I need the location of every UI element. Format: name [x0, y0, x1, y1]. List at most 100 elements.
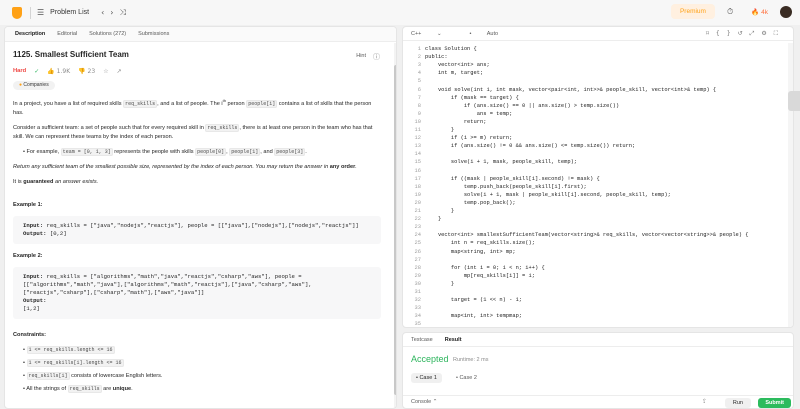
line-number: 9 — [417, 110, 421, 117]
line-number: 12 — [414, 135, 421, 142]
editor-scrollbar[interactable] — [788, 43, 793, 327]
side-panel-toggle[interactable] — [788, 91, 800, 111]
like-button[interactable]: 👍 1.9K — [47, 67, 70, 76]
constraints-title: Constraints: — [13, 331, 46, 338]
description-tabs: Description Editorial Solutions (272) Su… — [5, 27, 396, 42]
settings-icon[interactable]: ⚙ — [761, 30, 773, 37]
upload-icon[interactable]: ⇪ — [702, 398, 707, 405]
example-bullet: • For example, team = [0, 1, 3] represen… — [23, 147, 393, 157]
line-number: 1 — [417, 46, 421, 52]
text: . — [131, 385, 133, 392]
code-text: map<string, int> mp; — [425, 248, 516, 255]
avatar[interactable] — [780, 5, 792, 18]
input-value: [["algorithms","math","java"],["algorith… — [23, 280, 312, 288]
output-value: [1,2] — [23, 304, 40, 312]
line-number: 33 — [414, 305, 421, 312]
constraint-item: • 1 <= req_skills.length <= 16 — [23, 345, 393, 355]
companies-label: Companies — [23, 82, 49, 88]
reset-icon[interactable]: ↺ — [738, 30, 750, 37]
line-number: 27 — [414, 256, 421, 263]
text: Consider a sufficient team: a set of peo… — [13, 124, 206, 131]
code-text: solve(i + 1, mask, people_skill, temp); — [425, 159, 578, 166]
line-number: 2 — [417, 54, 421, 61]
auto-label: Auto — [486, 30, 499, 37]
problem-list-icon[interactable]: ☰ — [37, 8, 44, 17]
auto-toggle[interactable]: • Auto — [470, 31, 513, 37]
line-number: 15 — [414, 159, 421, 166]
inline-code: req_skills — [67, 384, 102, 393]
input-value: req_skills = ["algorithms","math","java"… — [43, 272, 302, 280]
streak-badge[interactable]: 🔥 4k — [751, 8, 768, 16]
text: All the strings of — [26, 385, 68, 392]
line-number: 24 — [414, 232, 421, 239]
run-button[interactable]: Run — [724, 398, 751, 408]
fullscreen-icon[interactable]: ⛶ — [774, 30, 785, 37]
language-select[interactable]: C++ ⌄ — [411, 31, 456, 37]
code-text: if (ans.size() != 0 && ans.size() <= tem… — [425, 143, 636, 150]
console-toggle[interactable]: Console ⌃ — [411, 399, 437, 405]
text: , and — [260, 148, 275, 155]
code-area[interactable]: 1 class Solution {2 public: 3 vector<int> a… — [403, 43, 789, 328]
text: . — [305, 148, 307, 155]
problem-list-link[interactable]: Problem List — [50, 9, 89, 16]
submit-button[interactable]: Submit — [758, 398, 791, 408]
inline-code: people[1] — [229, 147, 261, 156]
next-problem-icon[interactable]: › — [110, 8, 113, 17]
difficulty-badge: Hard — [13, 68, 27, 74]
line-number: 21 — [414, 208, 421, 214]
tab-description[interactable]: Description — [9, 31, 51, 37]
result-tabs: Testcase Result — [403, 333, 793, 347]
line-number: 20 — [414, 199, 421, 206]
line-number: 35 — [414, 321, 421, 328]
example-2-title: Example 2: — [13, 252, 43, 259]
braces-icon[interactable]: {} — [716, 30, 738, 37]
code-text: for (int i = 0; i < n; i++) { — [425, 264, 545, 271]
leetcode-logo-icon[interactable] — [12, 6, 22, 19]
shuffle-icon[interactable]: ⤨ — [119, 8, 125, 18]
inline-code: people[i] — [246, 99, 278, 108]
code-text: } — [425, 127, 455, 133]
share-icon[interactable]: ↗ — [117, 67, 122, 76]
expand-icon[interactable]: ⤢ — [750, 30, 762, 37]
editor-footer: Console ⌃ ⇪ Run Submit — [403, 395, 793, 408]
code-text: mp[req_skills[i]] = i; — [425, 272, 535, 279]
timer-icon[interactable]: ⏱ — [727, 7, 733, 17]
tab-result[interactable]: Result — [445, 337, 462, 343]
text: In a project, you have a list of require… — [13, 100, 124, 107]
solved-check-icon: ✓ — [34, 68, 40, 75]
premium-button[interactable]: Premium — [670, 4, 715, 19]
prev-problem-icon[interactable]: ‹ — [101, 8, 104, 17]
text: Return any sufficient team of the smalle… — [13, 163, 330, 170]
description-panel: Description Editorial Solutions (272) Su… — [4, 26, 397, 409]
line-number: 31 — [414, 289, 421, 295]
line-number: 32 — [414, 297, 421, 304]
text: are — [101, 385, 113, 392]
tab-testcase[interactable]: Testcase — [411, 337, 433, 343]
input-label: Input: — [23, 272, 44, 280]
line-number: 29 — [414, 272, 421, 279]
line-number: 26 — [414, 248, 421, 255]
bold-text: any order — [329, 163, 356, 170]
tab-submissions[interactable]: Submissions — [132, 31, 175, 37]
bookmark-icon[interactable]: ⌑ — [706, 30, 716, 37]
inline-code: team = [0, 1, 3] — [60, 147, 113, 156]
line-number: 25 — [414, 240, 421, 247]
description-scroll-thumb[interactable] — [394, 65, 396, 395]
line-number: 6 — [417, 86, 421, 93]
favorite-star-icon[interactable]: ☆ — [103, 67, 108, 76]
case-1-tab[interactable]: • Case 1 — [411, 373, 442, 383]
companies-tag[interactable]: ● Companies — [13, 81, 55, 90]
tab-editorial[interactable]: Editorial — [51, 31, 83, 37]
tab-solutions[interactable]: Solutions (272) — [83, 31, 132, 37]
description-paragraph-3: Return any sufficient team of the smalle… — [13, 163, 383, 172]
inline-code: req_skills[i] — [26, 371, 70, 380]
line-number: 5 — [417, 78, 421, 85]
line-number: 30 — [414, 280, 421, 287]
case-2-tab[interactable]: • Case 2 — [451, 373, 482, 383]
text: For example, — [26, 148, 61, 155]
text: consists of lowercase English letters. — [69, 372, 163, 379]
constraint-item: • 1 <= req_skills[i].length <= 16 — [23, 358, 393, 368]
code-text: if (ans.size() == 0 || ans.size() > temp… — [425, 102, 620, 109]
code-text: if (mask == target) { — [425, 94, 519, 101]
dislike-button[interactable]: 👎 23 — [78, 67, 95, 76]
